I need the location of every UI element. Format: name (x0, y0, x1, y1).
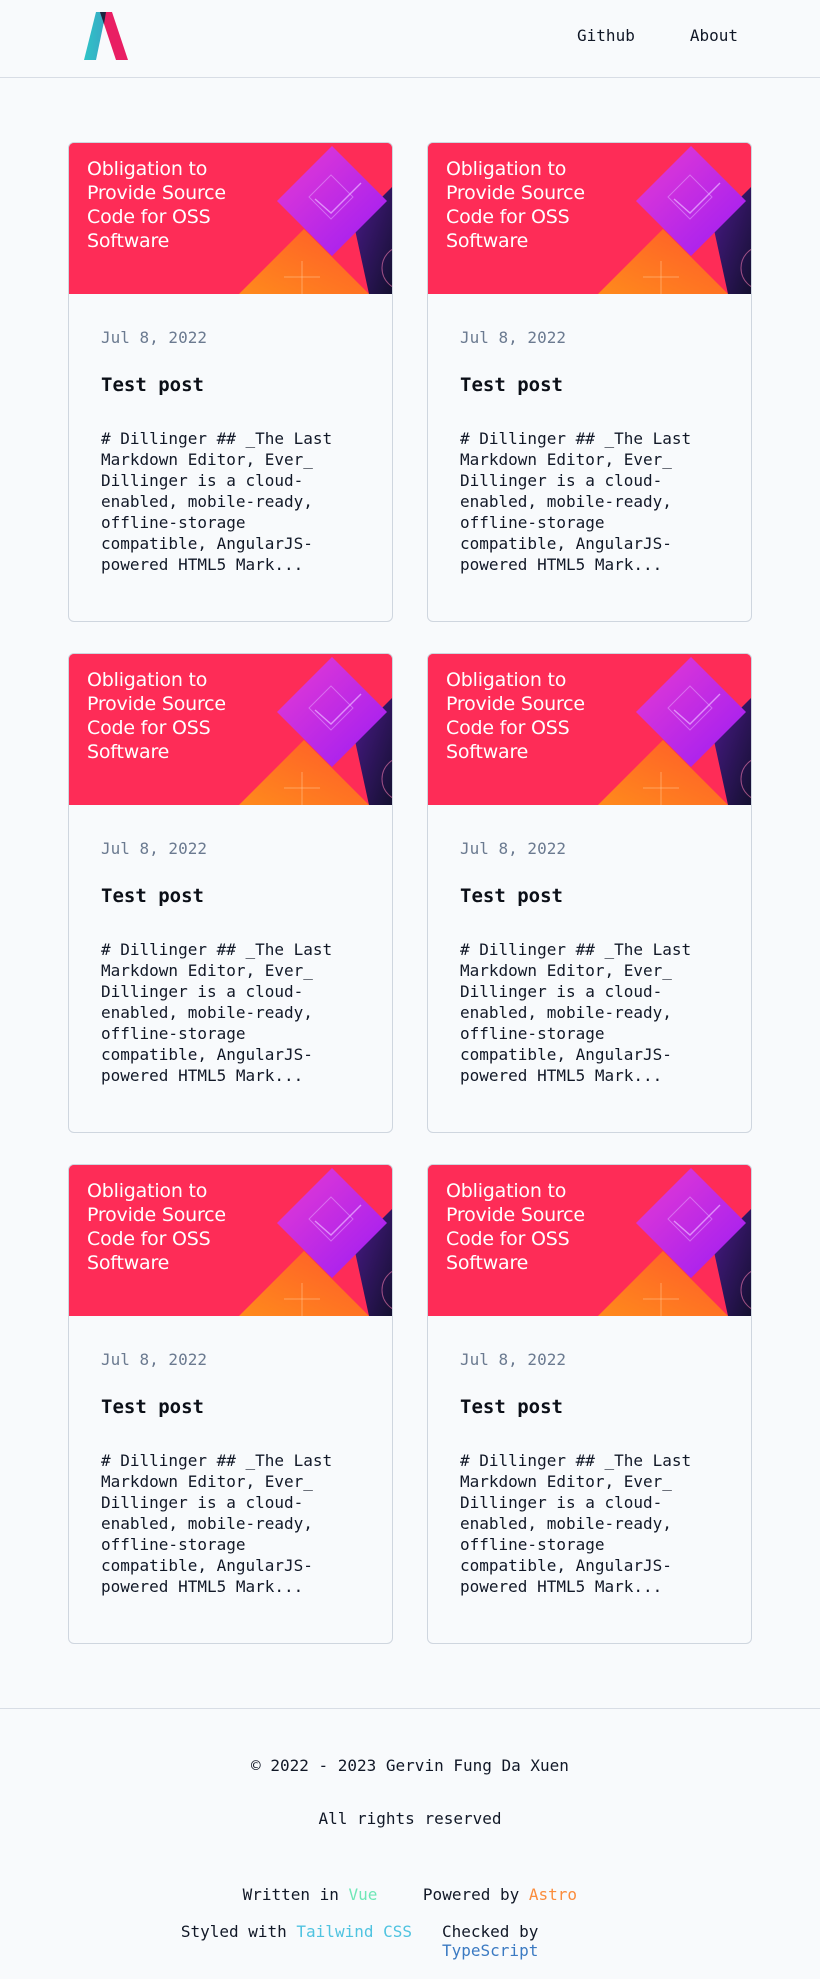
written-in-credit: Written in Vue (235, 1885, 385, 1922)
copyright-text: © 2022 - 2023 Gervin Fung Da Xuen (251, 1756, 569, 1775)
post-excerpt: # Dillinger ## _The Last Markdown Editor… (101, 429, 333, 574)
styled-with-credit: Styled with Tailwind CSS (178, 1922, 412, 1959)
nav-about-link[interactable]: About (690, 26, 738, 45)
credits-row: Written in Vue Powered by Astro (0, 1885, 820, 1922)
banner-title: Obligation to Provide Source Code for OS… (446, 158, 585, 252)
post-title[interactable]: Test post (101, 1396, 360, 1424)
page: Github About Obligation to Provide Sourc… (0, 0, 820, 1979)
post-title[interactable]: Test post (460, 885, 719, 913)
post-card-body: Jul 8, 2022 Test post # Dillinger ## _Th… (428, 328, 751, 575)
logo-icon[interactable] (82, 12, 130, 60)
site-header: Github About (0, 0, 820, 78)
post-card[interactable]: Obligation to Provide Source Code for OS… (427, 1164, 752, 1644)
post-excerpt: # Dillinger ## _The Last Markdown Editor… (460, 940, 692, 1085)
post-banner-image[interactable]: Obligation to Provide Source Code for OS… (428, 654, 751, 805)
written-prefix: Written in (242, 1885, 349, 1904)
post-card[interactable]: Obligation to Provide Source Code for OS… (68, 1164, 393, 1644)
rights-text: All rights reserved (318, 1809, 502, 1828)
post-banner-image[interactable]: Obligation to Provide Source Code for OS… (428, 1165, 751, 1316)
post-banner-image[interactable]: Obligation to Provide Source Code for OS… (428, 143, 751, 294)
powered-by-credit: Powered by Astro (415, 1885, 585, 1922)
post-title[interactable]: Test post (460, 1396, 719, 1424)
banner-title: Obligation to Provide Source Code for OS… (446, 1180, 585, 1274)
post-date: Jul 8, 2022 (101, 839, 207, 858)
banner-title: Obligation to Provide Source Code for OS… (446, 669, 585, 763)
post-card[interactable]: Obligation to Provide Source Code for OS… (427, 653, 752, 1133)
post-title[interactable]: Test post (101, 374, 360, 402)
typescript-link[interactable]: TypeScript (442, 1941, 538, 1960)
post-excerpt: # Dillinger ## _The Last Markdown Editor… (101, 1451, 333, 1596)
credits: Written in Vue Powered by Astro Styled w… (0, 1885, 820, 1960)
post-excerpt: # Dillinger ## _The Last Markdown Editor… (460, 429, 692, 574)
credits-row: Styled with Tailwind CSS Checked by Type… (0, 1922, 820, 1960)
banner-title: Obligation to Provide Source Code for OS… (87, 158, 226, 252)
post-title[interactable]: Test post (460, 374, 719, 402)
astro-link[interactable]: Astro (529, 1885, 577, 1904)
post-card[interactable]: Obligation to Provide Source Code for OS… (68, 653, 393, 1133)
checked-prefix: Checked by (442, 1922, 539, 1941)
checked-by-credit: Checked by TypeScript (442, 1922, 642, 1960)
post-date: Jul 8, 2022 (460, 1350, 566, 1369)
post-date: Jul 8, 2022 (460, 328, 566, 347)
post-banner-image[interactable]: Obligation to Provide Source Code for OS… (69, 143, 392, 294)
post-card[interactable]: Obligation to Provide Source Code for OS… (68, 142, 393, 622)
post-excerpt: # Dillinger ## _The Last Markdown Editor… (460, 1451, 692, 1596)
post-banner-image[interactable]: Obligation to Provide Source Code for OS… (69, 1165, 392, 1316)
post-banner-image[interactable]: Obligation to Provide Source Code for OS… (69, 654, 392, 805)
post-title[interactable]: Test post (101, 885, 360, 913)
post-grid: Obligation to Provide Source Code for OS… (68, 142, 752, 1644)
banner-title: Obligation to Provide Source Code for OS… (87, 1180, 226, 1274)
nav-github-link[interactable]: Github (577, 26, 635, 45)
site-footer: © 2022 - 2023 Gervin Fung Da Xuen All ri… (0, 1708, 820, 1979)
post-card-body: Jul 8, 2022 Test post # Dillinger ## _Th… (69, 839, 392, 1086)
styled-prefix: Styled with (180, 1922, 297, 1941)
post-excerpt: # Dillinger ## _The Last Markdown Editor… (101, 940, 333, 1085)
post-date: Jul 8, 2022 (101, 1350, 207, 1369)
banner-title: Obligation to Provide Source Code for OS… (87, 669, 226, 763)
post-card-body: Jul 8, 2022 Test post # Dillinger ## _Th… (69, 328, 392, 575)
post-card-body: Jul 8, 2022 Test post # Dillinger ## _Th… (69, 1350, 392, 1597)
post-date: Jul 8, 2022 (101, 328, 207, 347)
powered-prefix: Powered by (422, 1885, 529, 1904)
post-card[interactable]: Obligation to Provide Source Code for OS… (427, 142, 752, 622)
post-date: Jul 8, 2022 (460, 839, 566, 858)
post-card-body: Jul 8, 2022 Test post # Dillinger ## _Th… (428, 1350, 751, 1597)
post-card-body: Jul 8, 2022 Test post # Dillinger ## _Th… (428, 839, 751, 1086)
main-nav: Github About (577, 26, 738, 45)
vue-link[interactable]: Vue (349, 1885, 378, 1904)
tailwind-link[interactable]: Tailwind CSS (296, 1922, 412, 1941)
